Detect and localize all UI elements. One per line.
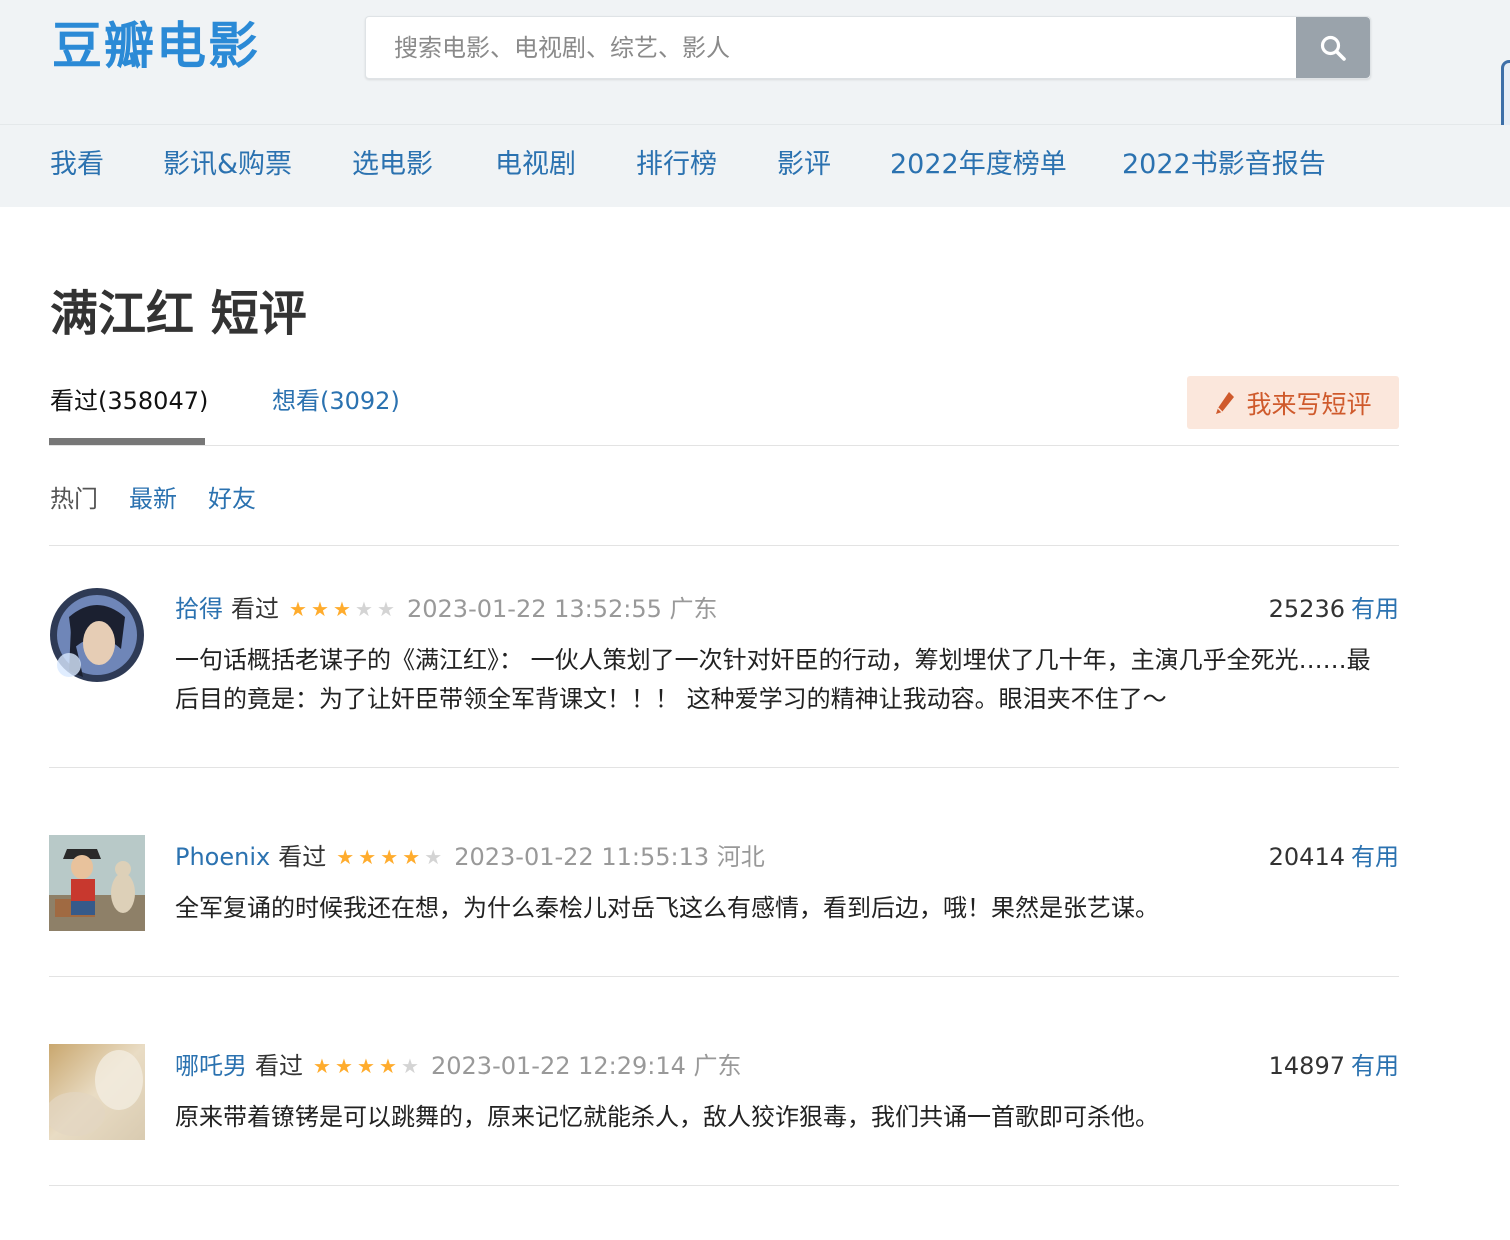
comment-time: 2023-01-22 11:55:13 河北 — [454, 843, 765, 871]
comment-header: 哪吒男 看过 ★ ★ ★ ★ ★ 2023-01-22 12:29:14 广东 — [175, 1048, 742, 1084]
pencil-icon — [1216, 391, 1235, 414]
avatar[interactable] — [49, 587, 145, 683]
vote-count: 25236 — [1268, 595, 1345, 623]
filter-friends[interactable]: 好友 — [208, 482, 256, 516]
avatar-image — [49, 1044, 145, 1140]
star-icon: ★ — [401, 1054, 419, 1078]
comment-content: 原来带着镣铐是可以跳舞的，原来记忆就能杀人，敌人狡诈狠毒，我们共诵一首歌即可杀他… — [175, 1103, 1159, 1131]
rating-stars: ★ ★ ★ ★ ★ — [287, 599, 397, 619]
star-icon: ★ — [355, 597, 373, 621]
comment-header: 拾得 看过 ★ ★ ★ ★ ★ 2023-01-22 13:52:55 广东 — [175, 591, 718, 627]
nav-item-tickets[interactable]: 影讯&购票 — [163, 147, 292, 183]
useful-button[interactable]: 有用 — [1351, 843, 1399, 871]
comment-content: 一句话概括老谋子的《满江红》： 一伙人策划了一次针对奸臣的行动，筹划埋伏了几十年… — [175, 646, 1371, 713]
search-bar — [365, 16, 1371, 79]
avatar-image — [49, 835, 145, 931]
star-icon: ★ — [289, 597, 307, 621]
tab-want-to-watch[interactable]: 想看(3092) — [272, 384, 400, 418]
comment-votes: 14897 有用 — [1269, 1048, 1399, 1084]
nav-item-tv[interactable]: 电视剧 — [495, 147, 576, 183]
star-icon: ★ — [333, 597, 351, 621]
comment-username[interactable]: 拾得 — [175, 591, 223, 627]
avatar[interactable] — [49, 1044, 145, 1140]
nav-item-2022-annual-list[interactable]: 2022年度榜单 — [890, 147, 1067, 183]
star-icon: ★ — [358, 845, 377, 869]
filter-hot[interactable]: 热门 — [50, 482, 98, 516]
rating-stars: ★ ★ ★ ★ ★ — [311, 1056, 421, 1076]
comment-divider — [49, 1185, 1399, 1186]
star-icon: ★ — [379, 1054, 397, 1078]
search-input[interactable] — [366, 17, 1296, 78]
top-header: 豆瓣电影 — [0, 0, 1510, 164]
comment-divider — [49, 767, 1399, 768]
star-icon: ★ — [380, 845, 399, 869]
comment-time: 2023-01-22 12:29:14 广东 — [431, 1052, 742, 1080]
comment-status: 看过 — [278, 843, 327, 871]
comment-votes: 25236 有用 — [1269, 591, 1399, 627]
comment-status: 看过 — [231, 595, 279, 623]
star-icon: ★ — [313, 1054, 331, 1078]
vote-count: 14897 — [1268, 1052, 1345, 1080]
star-icon: ★ — [357, 1054, 375, 1078]
tabs-divider — [49, 445, 1399, 446]
avatar-image — [49, 587, 145, 683]
useful-button[interactable]: 有用 — [1351, 595, 1399, 623]
nav-item-choose-movie[interactable]: 选电影 — [352, 147, 433, 183]
comment-username[interactable]: 哪吒男 — [175, 1048, 247, 1084]
filters-divider — [49, 545, 1399, 546]
page-title: 满江红 短评 — [50, 286, 307, 342]
avatar[interactable] — [49, 835, 145, 931]
nav-item-reviews[interactable]: 影评 — [777, 147, 831, 183]
comment-time: 2023-01-22 13:52:55 广东 — [407, 595, 718, 623]
write-comment-label: 我来写短评 — [1246, 389, 1372, 419]
star-icon: ★ — [311, 597, 329, 621]
vote-count: 20414 — [1268, 843, 1345, 871]
search-button[interactable] — [1296, 17, 1370, 78]
comment-content: 全军复诵的时候我还在想，为什么秦桧儿对岳飞这么有感情，看到后边，哦！果然是张艺谋… — [175, 894, 1159, 922]
write-comment-button[interactable]: 我来写短评 — [1187, 376, 1399, 429]
useful-button[interactable]: 有用 — [1351, 1052, 1399, 1080]
star-icon: ★ — [424, 845, 443, 869]
nav-item-ranking[interactable]: 排行榜 — [636, 147, 717, 183]
rating-stars: ★ ★ ★ ★ ★ — [334, 847, 444, 867]
star-icon: ★ — [335, 1054, 353, 1078]
main-nav: 我看 影讯&购票 选电影 电视剧 排行榜 影评 2022年度榜单 2022书影音… — [0, 125, 1510, 207]
comment-username[interactable]: Phoenix — [175, 839, 270, 875]
star-icon: ★ — [377, 597, 395, 621]
tab-watched[interactable]: 看过(358047) — [50, 384, 208, 418]
comment-votes: 20414 有用 — [1269, 839, 1399, 875]
filter-latest[interactable]: 最新 — [129, 482, 177, 516]
star-icon: ★ — [336, 845, 355, 869]
nav-item-wokan[interactable]: 我看 — [50, 147, 104, 183]
nav-item-2022-report[interactable]: 2022书影音报告 — [1122, 147, 1326, 183]
star-icon: ★ — [402, 845, 421, 869]
active-tab-indicator — [49, 438, 205, 445]
douban-movie-logo[interactable]: 豆瓣电影 — [52, 14, 260, 78]
search-icon — [1320, 35, 1346, 61]
comment-header: Phoenix 看过 ★ ★ ★ ★ ★ 2023-01-22 11:55:13 河北 — [175, 839, 765, 875]
comment-status: 看过 — [255, 1052, 303, 1080]
comment-divider — [49, 976, 1399, 977]
